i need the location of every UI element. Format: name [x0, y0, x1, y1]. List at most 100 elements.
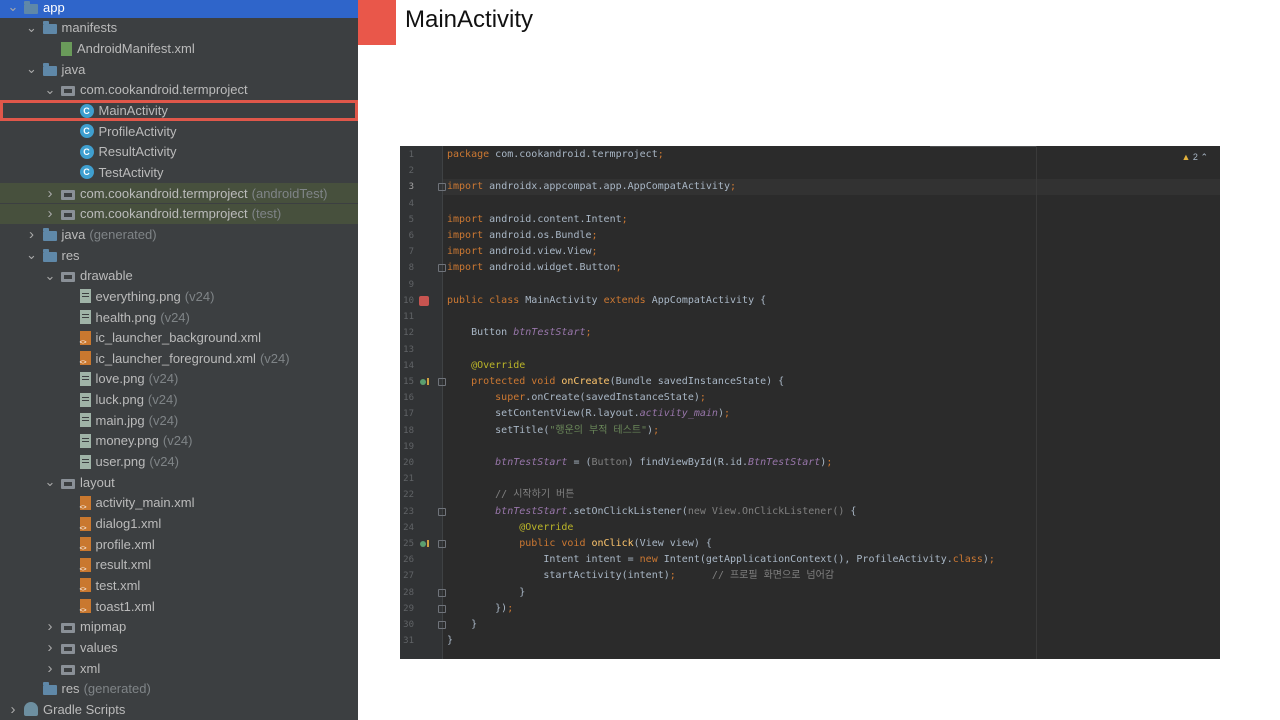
fold-marker-icon[interactable]: [438, 604, 446, 613]
code-token: onClick: [591, 538, 634, 550]
code-line[interactable]: 21: [400, 471, 1220, 487]
code-line[interactable]: 6 import android.os.Bundle;: [400, 228, 1220, 244]
run-gutter-icon[interactable]: [419, 295, 429, 306]
tree-item-mipmap[interactable]: › mipmap: [0, 617, 358, 638]
chevron-right-icon[interactable]: ›: [43, 639, 57, 656]
tree-item-resultactivity[interactable]: C ResultActivity: [0, 142, 358, 163]
code-line[interactable]: 22 // 시작하기 버튼: [400, 487, 1220, 503]
code-line[interactable]: 20 btnTestStart = (Button) findViewById(…: [400, 455, 1220, 471]
chevron-right-icon[interactable]: ›: [43, 205, 57, 222]
chevron-down-icon[interactable]: ⌄: [43, 268, 57, 283]
code-line[interactable]: 30 }: [400, 617, 1220, 633]
tree-item-res[interactable]: ⌄ res: [0, 245, 358, 266]
tree-item-values[interactable]: › values: [0, 637, 358, 658]
tree-item-xml[interactable]: › xml: [0, 658, 358, 679]
fold-marker-icon[interactable]: [438, 621, 446, 630]
code-line[interactable]: 3 import androidx.appcompat.app.AppCompat…: [400, 179, 1220, 195]
fold-marker-icon[interactable]: [438, 507, 446, 516]
tree-item-ic-launcher-background-xml[interactable]: ic_launcher_background.xml: [0, 327, 358, 348]
code-line[interactable]: 29 });: [400, 601, 1220, 617]
tree-item-gradle-scripts[interactable]: › Gradle Scripts: [0, 699, 358, 720]
code-line[interactable]: 17 setContentView(R.layout.activity_main…: [400, 406, 1220, 422]
code-line[interactable]: 25 public void onClick(View view) {: [400, 536, 1220, 552]
tree-item-dialog1-xml[interactable]: dialog1.xml: [0, 513, 358, 534]
tree-item-com-cookandroid-termproject[interactable]: ⌄ com.cookandroid.termproject: [0, 80, 358, 101]
override-gutter-icon[interactable]: [420, 377, 430, 387]
code-line[interactable]: 28 }: [400, 585, 1220, 601]
code-text: @Override: [447, 358, 525, 374]
code-line[interactable]: 2: [400, 163, 1220, 179]
tree-item-com-cookandroid-termproject[interactable]: › com.cookandroid.termproject (androidTest…: [0, 182, 358, 204]
code-line[interactable]: 11: [400, 309, 1220, 325]
class-icon: C: [79, 165, 94, 180]
tree-item-androidmanifest-xml[interactable]: AndroidManifest.xml: [0, 38, 358, 59]
tree-item-profile-xml[interactable]: profile.xml: [0, 534, 358, 555]
fold-marker-icon[interactable]: [438, 588, 446, 597]
chevron-down-icon[interactable]: ⌄: [6, 0, 20, 14]
tree-item-everything-png[interactable]: everything.png (v24): [0, 286, 358, 307]
code-line[interactable]: 13: [400, 342, 1220, 358]
fold-marker-icon[interactable]: [438, 377, 446, 386]
code-line[interactable]: 8 import android.widget.Button;: [400, 260, 1220, 276]
tree-item-mainactivity[interactable]: C MainActivity: [0, 100, 358, 121]
tree-item-activity-main-xml[interactable]: activity_main.xml: [0, 493, 358, 514]
tree-item-java[interactable]: ⌄ java: [0, 59, 358, 80]
tree-item-manifests[interactable]: ⌄ manifests: [0, 18, 358, 39]
tree-item-app[interactable]: ⌄ app: [0, 0, 358, 18]
code-text: import android.view.View;: [447, 244, 598, 260]
code-line[interactable]: 12 Button btnTestStart;: [400, 325, 1220, 341]
chevron-down-icon[interactable]: ⌄: [25, 20, 39, 35]
code-line[interactable]: 18 setTitle("행운의 부적 테스트");: [400, 423, 1220, 439]
chevron-down-icon[interactable]: ⌄: [25, 247, 39, 262]
tree-item-toast1-xml[interactable]: toast1.xml: [0, 596, 358, 617]
tree-item-luck-png[interactable]: luck.png (v24): [0, 389, 358, 410]
tree-item-label: profile.xml: [95, 536, 155, 552]
code-line[interactable]: 31}: [400, 633, 1220, 649]
code-line[interactable]: 1 package com.cookandroid.termproject;: [400, 147, 1220, 163]
fold-marker-icon[interactable]: [438, 540, 446, 549]
tree-item-java[interactable]: › java (generated): [0, 224, 358, 245]
tree-item-com-cookandroid-termproject[interactable]: › com.cookandroid.termproject (test): [0, 203, 358, 225]
code-line[interactable]: 16 super.onCreate(savedInstanceState);: [400, 390, 1220, 406]
code-line[interactable]: 4: [400, 196, 1220, 212]
code-line[interactable]: 5 import android.content.Intent;: [400, 212, 1220, 228]
tree-item-test-xml[interactable]: test.xml: [0, 575, 358, 596]
chevron-right-icon[interactable]: ›: [43, 660, 57, 677]
code-line[interactable]: 27 startActivity(intent); // 프로필 화면으로 넘어…: [400, 568, 1220, 584]
code-line[interactable]: 14 @Override: [400, 358, 1220, 374]
chevron-down-icon[interactable]: ⌄: [43, 474, 57, 489]
tree-item-user-png[interactable]: user.png (v24): [0, 451, 358, 472]
chevron-down-icon[interactable]: ⌄: [43, 82, 57, 97]
code-line[interactable]: 9: [400, 277, 1220, 293]
code-line[interactable]: 24 @Override: [400, 520, 1220, 536]
chevron-right-icon[interactable]: ›: [6, 701, 20, 718]
fold-marker-icon[interactable]: [438, 183, 446, 192]
tree-item-main-jpg[interactable]: main.jpg (v24): [0, 410, 358, 431]
slide-accent-bar: [358, 0, 396, 45]
code-line[interactable]: 7 import android.view.View;: [400, 244, 1220, 260]
tree-item-testactivity[interactable]: C TestActivity: [0, 162, 358, 183]
line-number: 29: [403, 603, 414, 614]
tree-item-res[interactable]: res (generated): [0, 678, 358, 699]
tree-item-money-png[interactable]: money.png (v24): [0, 431, 358, 452]
line-number: 4: [408, 198, 414, 209]
code-line[interactable]: 15 protected void onCreate(Bundle savedI…: [400, 374, 1220, 390]
fold-marker-icon[interactable]: [438, 264, 446, 273]
code-line[interactable]: 26 Intent intent = new Intent(getApplica…: [400, 552, 1220, 568]
tree-item-ic-launcher-foreground-xml[interactable]: ic_launcher_foreground.xml(v24): [0, 348, 358, 369]
tree-item-result-xml[interactable]: result.xml: [0, 555, 358, 576]
tree-item-love-png[interactable]: love.png (v24): [0, 369, 358, 390]
tree-item-profileactivity[interactable]: C ProfileActivity: [0, 121, 358, 142]
override-gutter-icon[interactable]: [420, 539, 430, 549]
code-line[interactable]: 10 public class MainActivity extends AppC…: [400, 293, 1220, 309]
line-number: 11: [403, 312, 414, 323]
tree-item-layout[interactable]: ⌄ layout: [0, 472, 358, 493]
tree-item-drawable[interactable]: ⌄ drawable: [0, 265, 358, 286]
chevron-right-icon[interactable]: ›: [25, 226, 39, 243]
chevron-right-icon[interactable]: ›: [43, 618, 57, 635]
code-line[interactable]: 19: [400, 439, 1220, 455]
chevron-down-icon[interactable]: ⌄: [25, 61, 39, 76]
code-line[interactable]: 23 btnTestStart.setOnClickListener(new V…: [400, 504, 1220, 520]
tree-item-health-png[interactable]: health.png (v24): [0, 307, 358, 328]
chevron-right-icon[interactable]: ›: [43, 185, 57, 202]
